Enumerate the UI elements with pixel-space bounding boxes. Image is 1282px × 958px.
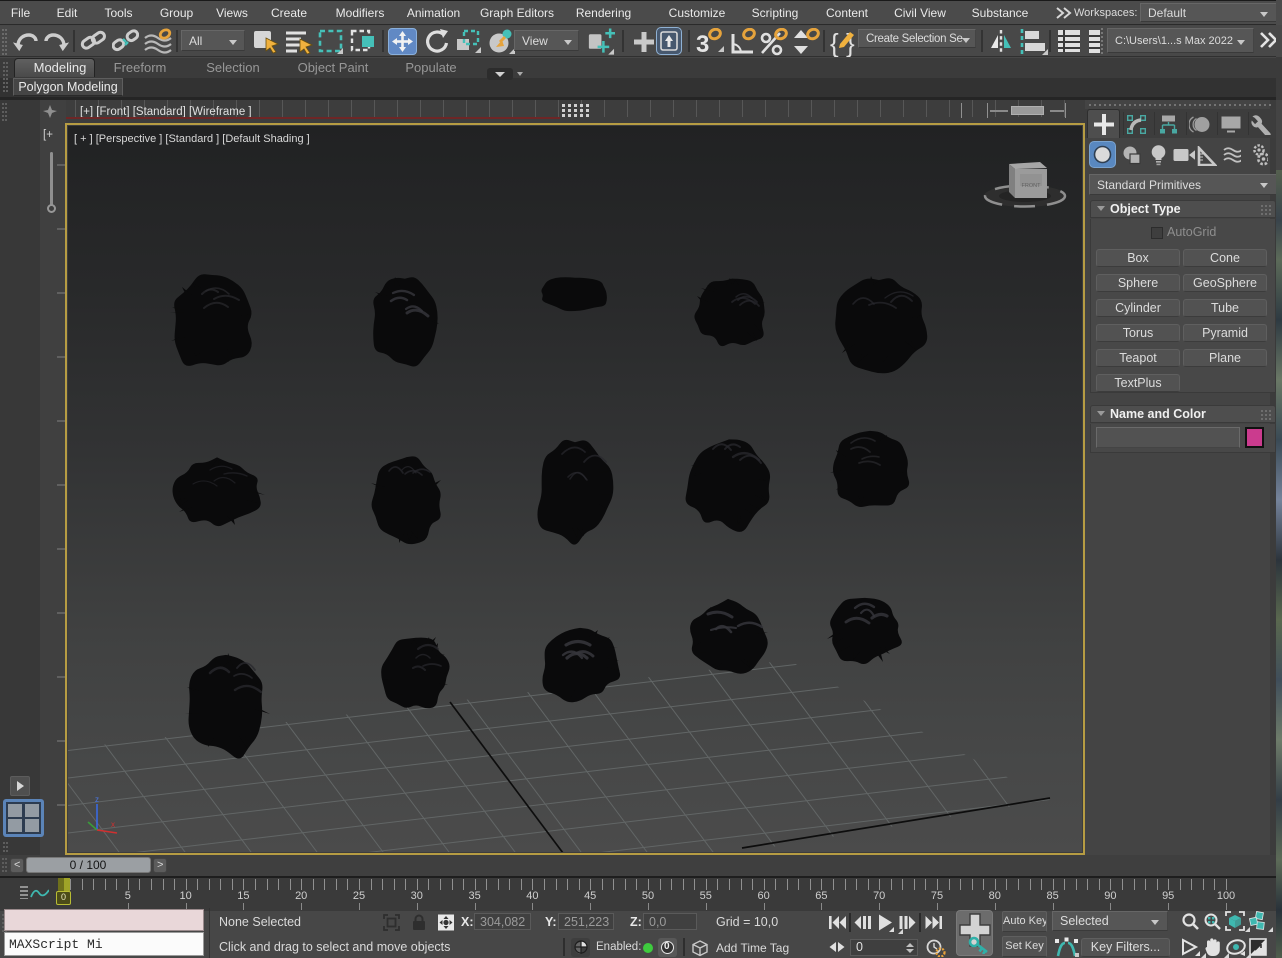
svg-text:{: {	[830, 28, 839, 57]
svg-text:3: 3	[696, 31, 709, 56]
